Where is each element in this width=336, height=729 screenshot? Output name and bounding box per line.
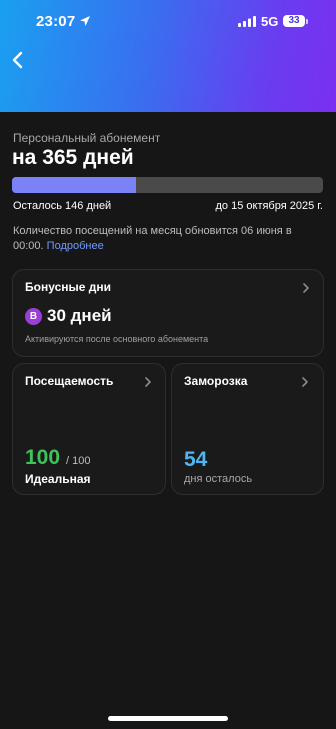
attendance-title: Посещаемость (25, 374, 114, 388)
subscription-progress-fill (12, 177, 137, 193)
attendance-value: 100 (25, 446, 61, 469)
home-indicator[interactable] (108, 716, 228, 721)
status-time: 23:07 (36, 13, 76, 30)
chevron-right-icon (145, 377, 151, 387)
subscription-title: на 365 дней (12, 146, 134, 169)
more-link[interactable]: Подробнее (47, 240, 104, 252)
chevron-right-icon (303, 283, 309, 293)
attendance-card[interactable]: Посещаемость 100 / 100 Идеальная (12, 363, 166, 495)
signal-bars-icon (238, 16, 256, 27)
chevron-left-icon (12, 51, 23, 69)
days-remaining: Осталось 146 дней (13, 200, 112, 212)
visits-notice: Количество посещений на месяц обновится … (13, 224, 321, 254)
status-bar: 23:07 5G 33 (0, 0, 336, 44)
freeze-title: Заморозка (184, 374, 248, 388)
back-button[interactable] (8, 48, 28, 72)
chevron-right-icon (302, 377, 308, 387)
end-date: до 15 октября 2025 г. (215, 200, 324, 212)
header-gradient: 23:07 5G 33 (0, 0, 336, 112)
bonus-days-card[interactable]: Бонусные дни B 30 дней Активируются посл… (12, 269, 324, 357)
freeze-days-value: 54 (184, 448, 208, 471)
subscription-progress-bar (12, 177, 323, 193)
bonus-days-value: 30 дней (47, 306, 112, 325)
bonus-days-title: Бонусные дни (25, 280, 111, 294)
battery-icon: 33 (283, 15, 305, 27)
bonus-days-note: Активируются после основного абонемента (25, 334, 209, 344)
location-arrow-icon (80, 16, 90, 26)
network-type: 5G (261, 14, 279, 29)
attendance-status: Идеальная (25, 472, 91, 486)
freeze-days-caption: дня осталось (184, 473, 253, 485)
bonus-b-icon: B (25, 308, 42, 325)
subscription-subtitle: Персональный абонемент (13, 131, 161, 145)
attendance-max: / 100 (66, 455, 91, 467)
battery-tip (306, 19, 308, 24)
freeze-card[interactable]: Заморозка 54 дня осталось (171, 363, 324, 495)
